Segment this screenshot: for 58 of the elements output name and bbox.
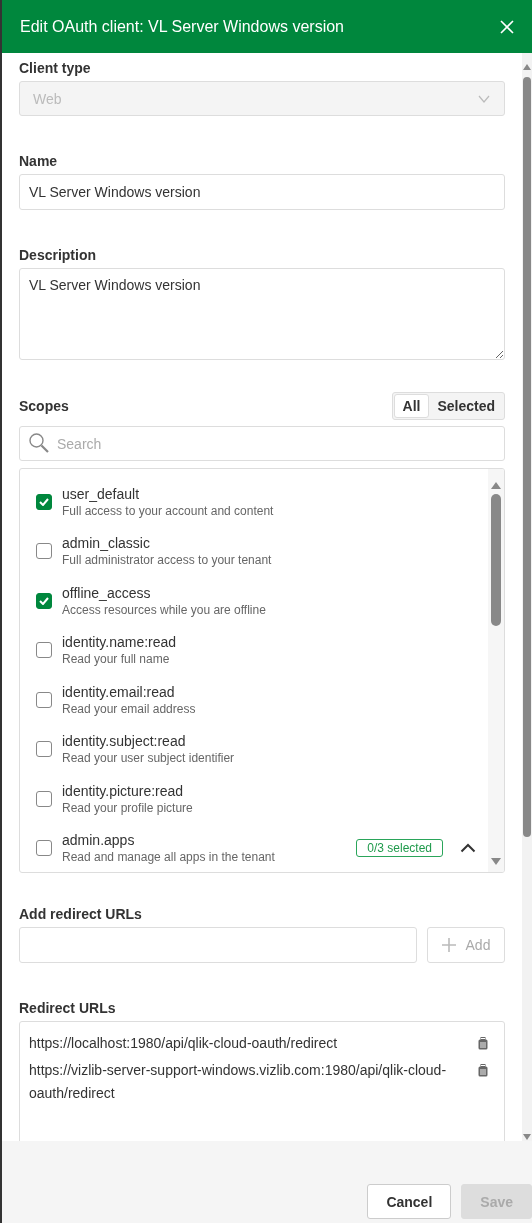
chevron-down-icon	[478, 94, 490, 103]
scope-description: Full administrator access to your tenant	[62, 552, 273, 569]
name-input[interactable]: VL Server Windows version	[19, 174, 505, 210]
chevron-up-icon[interactable]	[460, 843, 476, 854]
checkbox[interactable]	[36, 741, 52, 758]
scrollbar[interactable]	[488, 469, 504, 872]
field-label: Client type	[19, 60, 92, 76]
field-label: Name	[19, 153, 59, 169]
field-label: Scopes	[19, 398, 69, 414]
search-icon	[28, 432, 50, 454]
description-textarea[interactable]: VL Server Windows version	[19, 268, 505, 360]
scroll-down-icon[interactable]	[490, 857, 502, 866]
trash-icon[interactable]	[478, 1064, 488, 1077]
redirect-url-input[interactable]	[19, 927, 417, 963]
scope-name: identity.picture:read	[62, 781, 185, 800]
scope-description: Read and manage all apps in the tenant	[62, 849, 276, 866]
scope-name: identity.email:read	[62, 682, 176, 701]
plus-icon	[441, 938, 456, 952]
check-icon	[39, 596, 49, 605]
scope-name: offline_access	[62, 583, 152, 602]
scope-name: user_default	[62, 484, 141, 503]
checkbox[interactable]	[36, 493, 52, 510]
field-label: Redirect URLs	[19, 1000, 117, 1016]
checkbox[interactable]	[36, 543, 52, 560]
scrollbar-thumb[interactable]	[491, 494, 501, 626]
field-label: Add redirect URLs	[19, 906, 143, 922]
checkbox[interactable]	[36, 691, 52, 708]
scope-description: Full access to your account and content	[62, 502, 275, 519]
checkbox[interactable]	[36, 592, 52, 609]
scope-name: admin_classic	[62, 534, 151, 553]
scope-name: identity.subject:read	[62, 732, 187, 751]
scroll-up-icon[interactable]	[522, 63, 532, 71]
cancel-button[interactable]: Cancel	[367, 1184, 452, 1219]
checkbox[interactable]	[36, 790, 52, 807]
scrollbar[interactable]	[522, 53, 532, 1141]
scope-name: identity.name:read	[62, 633, 178, 652]
scope-description: Read your user subject identifier	[62, 750, 236, 767]
redirect-url: https://localhost:1980/api/qlik-cloud-oauth/redirect	[29, 1034, 338, 1053]
scope-description: Read your email address	[62, 700, 197, 717]
checkbox[interactable]	[36, 642, 52, 659]
scope-name: admin.apps	[62, 831, 136, 850]
field-label: Description	[19, 247, 97, 263]
selection-count: 0/3 selected	[356, 839, 443, 858]
dialog-title: Edit OAuth client: VL Server Windows version	[20, 17, 344, 36]
scope-description: Access resources while you are offline	[62, 601, 267, 618]
filter-tab[interactable]: All	[393, 394, 430, 418]
scope-description: Read your full name	[62, 651, 171, 668]
filter-tab[interactable]: Selected	[429, 394, 503, 418]
close-button[interactable]	[500, 19, 514, 34]
trash-icon[interactable]	[478, 1037, 488, 1050]
checkbox[interactable]	[36, 840, 52, 857]
scroll-up-icon[interactable]	[490, 481, 502, 490]
scrollbar-thumb[interactable]	[523, 77, 531, 837]
search-field[interactable]: Search	[19, 426, 505, 461]
close-icon	[500, 19, 514, 34]
redirect-url: https://vizlib-server-support-windows.vizlib.com:1980/api/qlik-cloud-oauth/redirect	[29, 1061, 448, 1103]
scope-description: Read your profile picture	[62, 799, 194, 816]
check-icon	[39, 497, 49, 506]
